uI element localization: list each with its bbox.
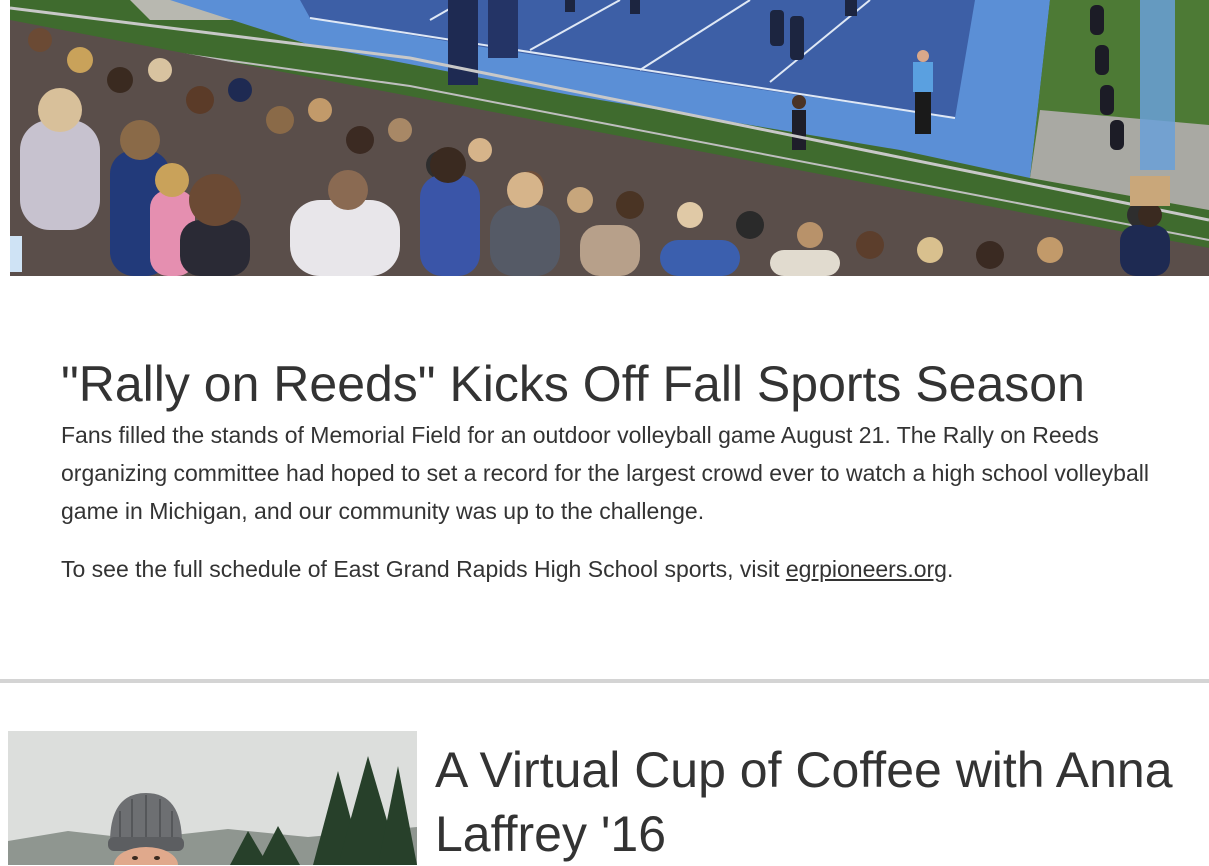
section-divider [0, 679, 1209, 683]
article-thumbnail-photo [8, 731, 417, 865]
article-title-coffee: A Virtual Cup of Coffee with Anna Laffre… [435, 742, 1173, 862]
article-rally-on-reeds: "Rally on Reeds" Kicks Off Fall Sports S… [61, 352, 1191, 588]
egrpioneers-link[interactable]: egrpioneers.org [786, 556, 947, 582]
schedule-text: To see the full schedule of East Grand R… [61, 556, 786, 582]
schedule-text-end: . [946, 556, 954, 582]
article-title: "Rally on Reeds" Kicks Off Fall Sports S… [61, 356, 1085, 412]
hero-photo-volleyball-crowd [10, 0, 1209, 276]
article-paragraph: Fans filled the stands of Memorial Field… [61, 422, 1149, 524]
article-schedule-paragraph: To see the full schedule of East Grand R… [61, 550, 1191, 588]
